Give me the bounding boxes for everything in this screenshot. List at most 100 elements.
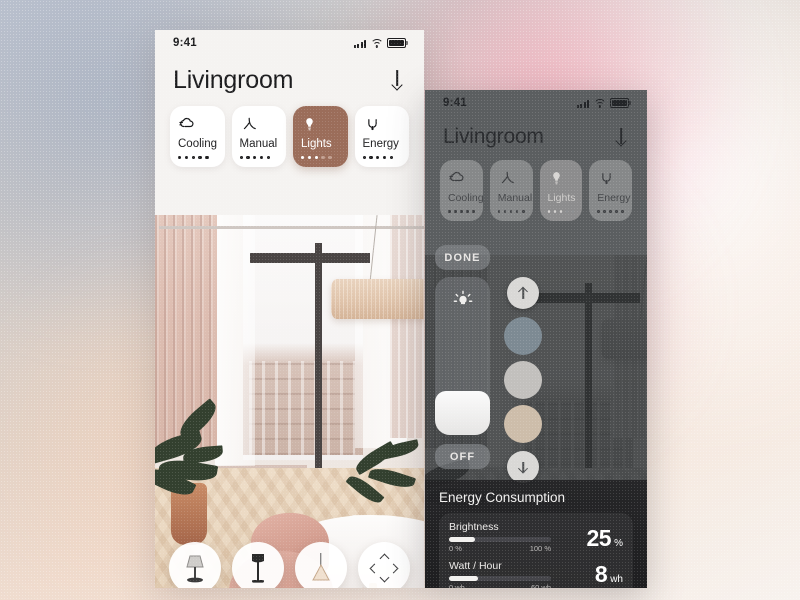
arrow-down-icon[interactable] [388,70,406,90]
metric-list: Brightness 0 % 100 % Watt / Hour 0 wh 60 wh [449,521,551,588]
light-bulb-icon [548,169,575,188]
brightness-slider[interactable] [435,277,490,435]
wifi-icon [593,99,606,108]
intensity-dots [178,156,217,160]
status-bar-right: 9:41 [425,90,647,116]
cellular-signal-icon [577,99,589,109]
mode-card-label: Lights [301,138,332,150]
battery-icon [387,37,408,49]
metric-bar[interactable] [449,576,551,581]
metric-value-unit: wh [610,573,623,585]
mode-card-label: Energy [362,138,399,150]
brightness-slider-fill [435,390,490,435]
quick-button-floor-lamp[interactable] [231,542,284,588]
neutral-grey-swatch[interactable] [504,361,542,399]
metric-row: Brightness 0 % 100 % [449,521,551,553]
pendant-lamp-icon [312,553,330,581]
mode-card-cooling[interactable]: Cooling [440,160,484,222]
floor-lamp-icon [251,554,264,583]
cloud-wind-icon [179,117,194,128]
mode-card-manual[interactable]: Manual [489,160,533,222]
light-bulb-icon [301,115,340,134]
intensity-dots [547,210,575,214]
metric-min: 0 wh [449,583,465,588]
color-swatch-list [504,317,551,443]
done-button[interactable]: DONE [435,245,490,270]
arrow-up-icon [518,288,529,299]
status-time: 9:41 [443,97,467,109]
metric-value-list: 25% 8 wh [551,521,624,588]
metric-max: 60 wh [530,583,551,588]
fan-blade-icon [498,169,525,188]
cloud-wind-icon [449,171,464,182]
quick-action-row [155,542,424,588]
mode-card-manual[interactable]: Manual [231,106,286,168]
header-left: Livingroom [155,56,424,104]
increase-brightness-button[interactable] [507,277,539,309]
header-right: Livingroom [425,116,647,158]
metric-bar[interactable] [449,537,551,542]
phone-screen-right: 9:41 Livingroom Cooling Manual Lights Energ… [425,90,647,588]
fan-blade-icon [243,117,256,130]
cool-blue-swatch[interactable] [504,317,542,355]
plug-socket-icon [363,115,402,134]
screenshot-stage: 9:41 Livingroom Cooling Manual Lights Energ… [0,0,800,600]
status-bar-left: 9:41 [155,30,424,56]
intensity-dots [448,210,475,214]
page-title: Livingroom [173,65,294,94]
mode-card-list-right: Cooling Manual Lights Energy [425,158,647,235]
mode-card-label: Manual [497,192,533,204]
mode-card-label: Cooling [178,138,217,150]
mode-card-lights[interactable]: Lights [539,160,583,222]
arrow-down-icon[interactable] [613,128,629,146]
metric-row: Watt / Hour 0 wh 60 wh [449,560,551,588]
metric-label: Brightness [449,521,499,533]
mode-card-label: Lights [547,192,576,204]
metric-max: 100 % [529,544,551,553]
metric-value-number: 25 [586,525,612,552]
mode-card-label: Cooling [448,192,484,204]
light-bulb-icon [306,118,313,131]
light-bulb-icon [452,289,474,311]
mode-card-energy[interactable]: Energy [354,106,409,168]
warm-beige-swatch[interactable] [504,405,542,443]
wifi-icon [370,39,383,48]
mode-card-label: Energy [597,192,631,204]
status-icons [354,37,408,49]
status-time: 9:41 [173,37,197,49]
metric-value: 25% [587,525,624,552]
cellular-signal-icon [354,39,366,49]
energy-consumption-panel: Energy Consumption Brightness 0 % 100 % Wat… [425,480,647,588]
intensity-dots [362,156,402,160]
plug-socket-icon [602,173,611,185]
arrow-down-icon [518,462,529,473]
mode-card-cooling[interactable]: Cooling [170,106,225,168]
intensity-dots [239,156,279,160]
quick-button-dpad[interactable] [358,542,411,588]
metric-label: Watt / Hour [449,560,502,572]
plug-socket-icon [367,119,377,131]
quick-button-pendant-lamp[interactable] [295,542,348,588]
room-photo-left [155,215,424,588]
mode-card-energy[interactable]: Energy [589,160,632,222]
phone-screen-left: 9:41 Livingroom Cooling Manual Lights Energ… [155,30,424,588]
metric-scale: 0 wh 60 wh [449,583,551,588]
status-icons [577,97,631,109]
page-title: Livingroom [443,125,544,148]
energy-metrics-card: Brightness 0 % 100 % Watt / Hour 0 wh 60 wh 2… [439,513,633,588]
intensity-dots [301,156,340,160]
metric-value: 8 wh [595,561,623,588]
mode-card-label: Manual [239,138,278,150]
table-lamp-icon [185,555,204,583]
cloud-wind-icon [178,115,217,134]
slider-side-controls [504,277,551,483]
battery-icon [610,97,631,109]
decrease-brightness-button[interactable] [507,451,539,483]
cloud-wind-icon [448,169,475,188]
mode-card-lights[interactable]: Lights [293,106,348,168]
intensity-dots [497,210,525,214]
metric-value-unit: % [614,538,623,550]
light-bulb-icon [552,172,560,185]
quick-button-table-lamp[interactable] [168,542,221,588]
off-button[interactable]: OFF [435,444,490,469]
